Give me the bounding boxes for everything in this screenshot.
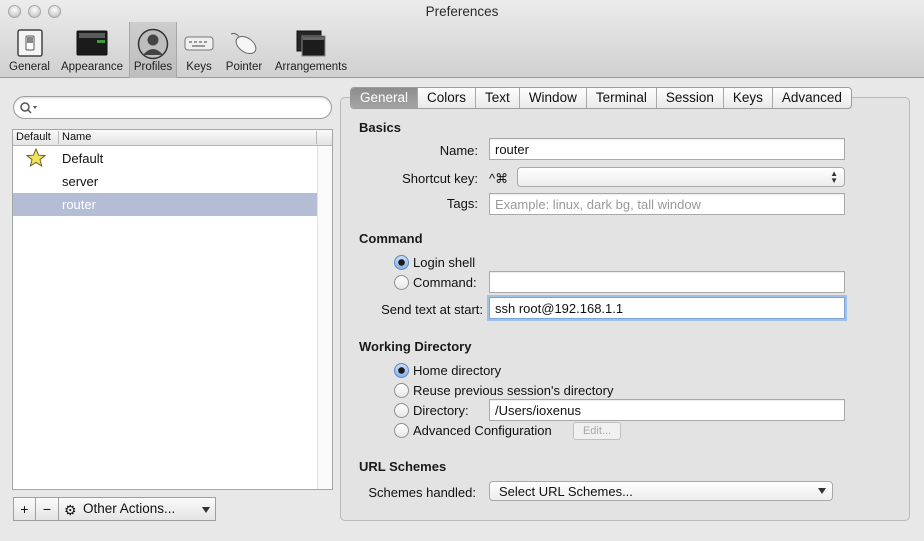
tab-colors[interactable]: Colors (418, 88, 477, 108)
home-directory-radio[interactable] (394, 363, 409, 378)
url-schemes-value: Select URL Schemes... (499, 484, 633, 499)
star-icon (25, 147, 47, 171)
window-title: Preferences (425, 4, 499, 19)
shortcut-modifiers: ^⌘ (489, 171, 509, 186)
send-text-label: Send text at start: (381, 302, 483, 317)
search-icon (20, 102, 37, 114)
profile-row-server[interactable]: server (13, 170, 317, 193)
section-title-working-directory: Working Directory (359, 339, 472, 354)
toolbar-label: Pointer (225, 61, 263, 73)
table-header: Default Name (13, 130, 332, 146)
toolbar-arrangements[interactable]: Arrangements (270, 22, 352, 78)
tab-keys[interactable]: Keys (724, 88, 773, 108)
name-label: Name: (439, 143, 478, 158)
toolbar-label: Keys (186, 61, 212, 73)
tab-text[interactable]: Text (476, 88, 520, 108)
profile-name: server (62, 174, 99, 189)
edit-button[interactable]: Edit... (573, 422, 621, 440)
section-title-url-schemes: URL Schemes (359, 459, 447, 474)
tab-session[interactable]: Session (657, 88, 724, 108)
directory-field[interactable]: /Users/ioxenus (489, 399, 845, 421)
other-actions-button[interactable]: ⚙ Other Actions... (58, 497, 216, 521)
toolbar-keys[interactable]: Keys (179, 22, 219, 78)
toolbar-appearance[interactable]: Appearance (57, 22, 127, 78)
send-text-field[interactable]: ssh root@192.168.1.1 (489, 297, 845, 319)
directory-radio[interactable] (394, 403, 409, 418)
advanced-configuration-radio[interactable] (394, 423, 409, 438)
toolbar-label: General (9, 61, 50, 73)
profile-search-field[interactable] (13, 96, 332, 119)
profile-row-router[interactable]: router (13, 193, 317, 216)
shortcut-key-select[interactable]: ▲ ▼ (517, 167, 845, 187)
switch-icon (15, 28, 45, 61)
schemes-handled-label: Schemes handled: (368, 485, 476, 500)
profile-name-field[interactable]: router (489, 138, 845, 160)
remove-profile-button[interactable]: − (35, 497, 59, 521)
other-actions-label: Other Actions... (83, 501, 176, 516)
updown-arrows-icon: ▲ ▼ (830, 169, 838, 185)
profiles-scrollbar[interactable] (317, 146, 332, 489)
preferences-window: Preferences General Appearance Profiles … (0, 0, 924, 541)
login-shell-radio[interactable] (394, 255, 409, 270)
toolbar-label: Profiles (133, 61, 173, 73)
keyboard-icon (183, 28, 215, 61)
tab-general[interactable]: General (351, 88, 419, 108)
section-title-basics: Basics (359, 120, 401, 135)
gear-icon: ⚙ (64, 502, 77, 518)
title-bar: Preferences General Appearance Profiles … (0, 0, 924, 78)
advanced-configuration-label: Advanced Configuration (413, 423, 552, 438)
toolbar-general[interactable]: General (4, 22, 55, 78)
mouse-icon (227, 28, 261, 61)
tags-field[interactable]: Example: linux, dark bg, tall window (489, 193, 845, 215)
command-radio[interactable] (394, 275, 409, 290)
tab-advanced[interactable]: Advanced (773, 88, 851, 108)
command-label: Command: (413, 275, 477, 290)
toolbar-label: Arrangements (274, 61, 348, 73)
user-silhouette-icon (137, 28, 169, 63)
section-title-command: Command (359, 231, 423, 246)
windows-icon (295, 28, 327, 61)
reuse-directory-radio[interactable] (394, 383, 409, 398)
profile-name: router (62, 197, 96, 212)
directory-label: Directory: (413, 403, 469, 418)
tags-label: Tags: (446, 196, 478, 211)
tab-window[interactable]: Window (520, 88, 587, 108)
column-header-name[interactable]: Name (62, 131, 91, 143)
column-header-default[interactable]: Default (16, 131, 51, 143)
toolbar-pointer[interactable]: Pointer (221, 22, 267, 78)
url-schemes-select[interactable]: Select URL Schemes... (489, 481, 833, 501)
toolbar-label: Appearance (60, 61, 124, 73)
home-directory-label: Home directory (413, 363, 502, 378)
toolbar-profiles[interactable]: Profiles (129, 22, 177, 78)
reuse-directory-label: Reuse previous session's directory (413, 383, 614, 398)
login-shell-label: Login shell (413, 255, 476, 270)
command-field[interactable] (489, 271, 845, 293)
profiles-table: Default Name Default server router (12, 129, 333, 490)
chevron-down-icon (818, 488, 826, 494)
tab-terminal[interactable]: Terminal (587, 88, 657, 108)
settings-tab-bar: General Colors Text Window Terminal Sess… (350, 87, 852, 109)
add-profile-button[interactable]: + (13, 497, 36, 521)
profile-name: Default (62, 151, 104, 166)
chevron-down-icon (202, 507, 210, 513)
shortcut-key-label: Shortcut key: (402, 171, 478, 186)
profile-row-default[interactable]: Default (13, 147, 317, 170)
display-icon (75, 28, 109, 61)
